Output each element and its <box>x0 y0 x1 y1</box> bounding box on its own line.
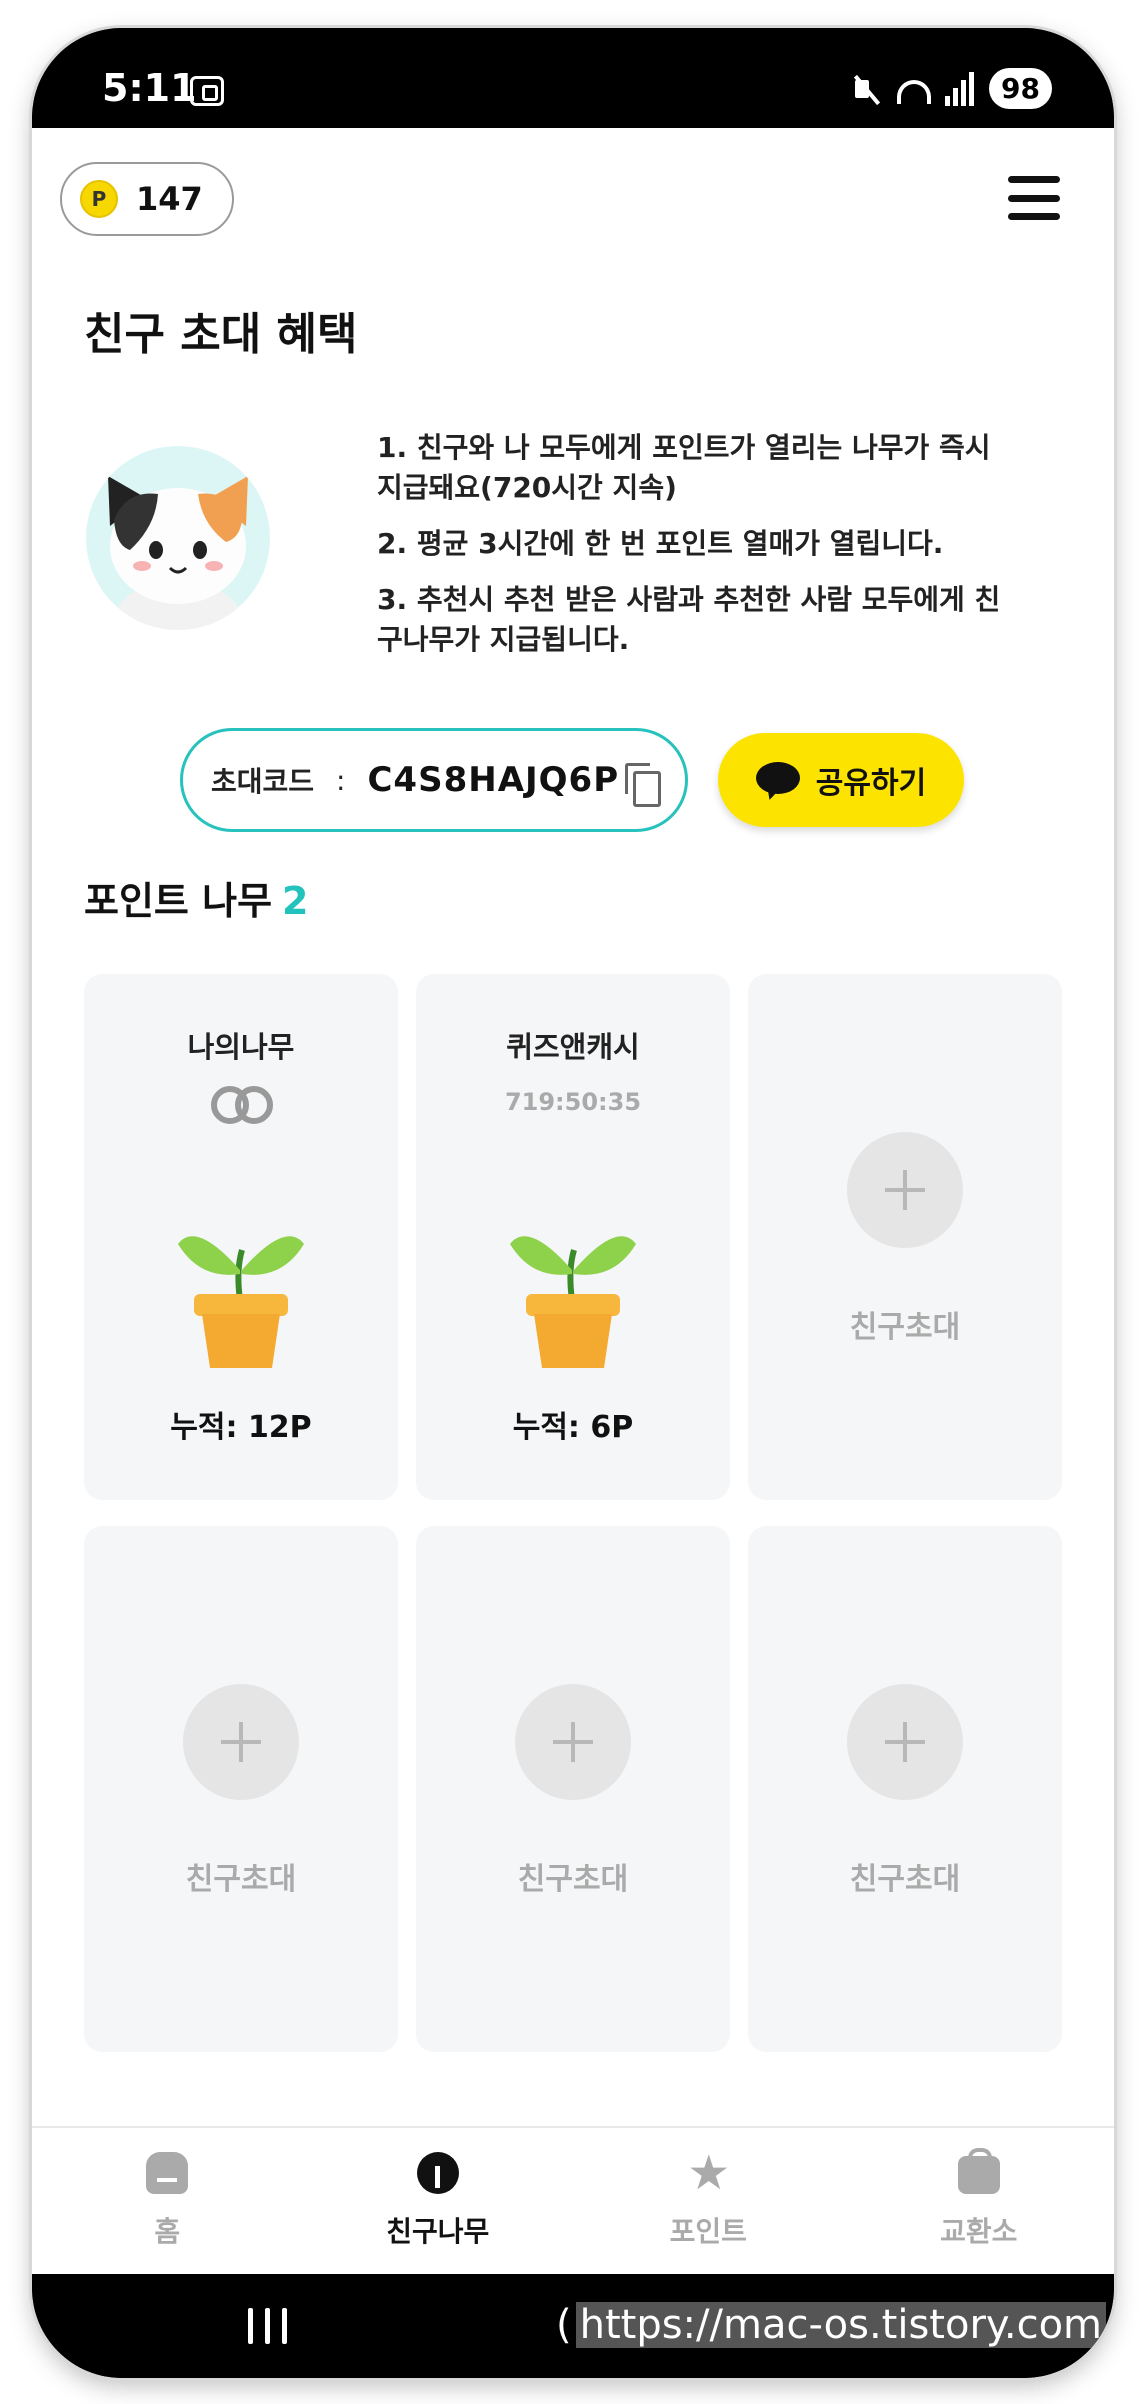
invite-code-box[interactable]: 초대코드 : C4S8HAJQ6P <box>180 728 688 832</box>
tree-count: 2 <box>282 879 309 923</box>
watermark-text: (https://mac-os.tistory.com <box>552 2302 1107 2348</box>
recents-button-icon[interactable] <box>248 2308 287 2344</box>
status-time: 5:11 <box>102 66 197 110</box>
tree-timer: 719:50:35 <box>504 1088 642 1116</box>
bottom-navigation: 홈 친구나무 ★ 포인트 교환소 <box>32 2126 1114 2274</box>
battery-badge: 98 <box>989 68 1052 109</box>
nav-friend-tree[interactable]: 친구나무 <box>303 2128 574 2274</box>
point-trees-title: 포인트 나무 2 <box>84 879 309 923</box>
nav-label: 친구나무 <box>386 2215 490 2248</box>
benefit-item: 3. 추천시 추천 받은 사람과 추천한 사람 모두에게 친구나무가 지급됩니다… <box>377 583 1001 656</box>
invite-code-value: C4S8HAJQ6P <box>367 760 620 800</box>
invite-slot-label: 친구초대 <box>849 1862 961 1897</box>
wifi-icon <box>897 79 932 104</box>
star-icon: ★ <box>687 2145 731 2201</box>
nav-label: 포인트 <box>669 2215 747 2248</box>
invite-slot-card[interactable]: 친구초대 <box>748 1526 1062 2052</box>
invite-slot-label: 친구초대 <box>517 1862 629 1897</box>
app-screen: P 147 친구 초대 혜택 1. 친구와 나 모두에게 포인트가 열리는 나무… <box>32 128 1114 2274</box>
invite-slot-label: 친구초대 <box>849 1310 961 1345</box>
nav-home[interactable]: 홈 <box>32 2128 303 2274</box>
benefit-list: 1. 친구와 나 모두에게 포인트가 열리는 나무가 즉시 지급돼요(720시간… <box>377 428 1017 676</box>
tree-name: 퀴즈앤캐시 <box>506 1030 640 1064</box>
tree-name: 나의나무 <box>187 1030 295 1064</box>
hamburger-menu-icon[interactable] <box>1008 176 1060 220</box>
invite-code-label: 초대코드 <box>211 765 315 798</box>
tree-card-my-tree[interactable]: 나의나무 누적: 12P <box>84 974 398 1500</box>
benefit-item: 1. 친구와 나 모두에게 포인트가 열리는 나무가 즉시 지급돼요(720시간… <box>377 431 991 504</box>
benefit-item: 2. 평균 3시간에 한 번 포인트 열매가 열립니다. <box>377 527 944 560</box>
invite-slot-card[interactable]: 친구초대 <box>748 974 1062 1500</box>
status-bar: 5:11 98 <box>32 28 1114 128</box>
tree-card-quiz-and-cash[interactable]: 퀴즈앤캐시 719:50:35 누적: 6P <box>416 974 730 1500</box>
point-coin-icon: P <box>80 180 118 218</box>
points-balance[interactable]: P 147 <box>60 162 234 236</box>
cat-avatar <box>86 446 270 630</box>
signal-icon <box>945 71 975 106</box>
points-value: 147 <box>136 180 203 218</box>
shopping-bag-icon <box>957 2148 1000 2194</box>
plus-icon <box>847 1684 963 1800</box>
system-navigation-bar: (https://mac-os.tistory.com <box>32 2274 1114 2378</box>
accumulated-points: 누적: 6P <box>512 1410 634 1445</box>
share-button[interactable]: 공유하기 <box>718 733 964 827</box>
accumulated-points: 누적: 12P <box>170 1410 312 1445</box>
plus-icon <box>847 1132 963 1248</box>
nav-exchange[interactable]: 교환소 <box>844 2128 1115 2274</box>
home-icon <box>146 2152 189 2194</box>
invite-slot-card[interactable]: 친구초대 <box>84 1526 398 2052</box>
plant-pot-icon <box>510 1236 636 1368</box>
plant-pot-icon <box>178 1236 304 1368</box>
tree-grid: 나의나무 누적: 12P 퀴즈앤캐시 719:50:35 누적: 6P 친구초대… <box>84 974 1062 2052</box>
plus-icon <box>515 1684 631 1800</box>
nav-label: 홈 <box>154 2215 181 2248</box>
nav-label: 교환소 <box>940 2215 1018 2248</box>
share-button-label: 공유하기 <box>815 766 927 801</box>
mute-icon <box>849 72 883 106</box>
nav-points[interactable]: ★ 포인트 <box>573 2128 844 2274</box>
phone-frame: 5:11 98 P 147 친구 초대 혜택 1. 친구와 나 모두에게 포인트… <box>32 28 1114 2378</box>
screenshot-icon <box>190 76 224 106</box>
invite-slot-label: 친구초대 <box>185 1862 297 1897</box>
copy-icon[interactable] <box>625 763 661 807</box>
invite-slot-card[interactable]: 친구초대 <box>416 1526 730 2052</box>
status-icons: 98 <box>849 68 1052 109</box>
chat-bubble-icon <box>755 762 800 798</box>
invite-code-separator: : <box>336 763 346 797</box>
infinity-icon <box>211 1086 273 1124</box>
tree-icon <box>416 2152 459 2194</box>
page-title: 친구 초대 혜택 <box>84 309 358 360</box>
plus-icon <box>183 1684 299 1800</box>
